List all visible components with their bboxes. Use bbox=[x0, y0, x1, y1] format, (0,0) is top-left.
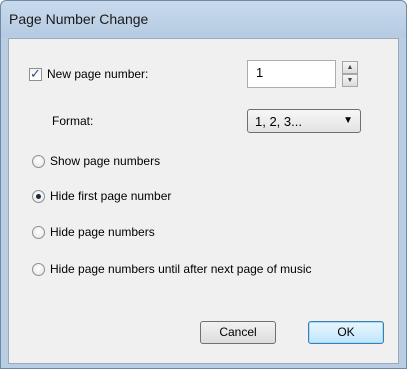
option-hide-first-page-number[interactable]: Hide first page number bbox=[32, 189, 171, 203]
new-page-number-label: New page number: bbox=[47, 67, 149, 81]
checkmark-icon: ✓ bbox=[30, 65, 41, 81]
new-page-number-checkbox-row[interactable]: ✓ New page number: bbox=[29, 65, 149, 81]
spin-up-arrow-icon[interactable]: ▲ bbox=[342, 61, 358, 74]
dialog-title: Page Number Change bbox=[9, 11, 149, 27]
option-hide-until-next-page-of-music[interactable]: Hide page numbers until after next page … bbox=[32, 262, 311, 276]
ok-button[interactable]: OK bbox=[308, 321, 384, 344]
cancel-button[interactable]: Cancel bbox=[200, 321, 276, 344]
radio-selected-dot bbox=[36, 193, 41, 199]
title-bar[interactable]: Page Number Change bbox=[1, 1, 406, 37]
option-label: Hide page numbers until after next page … bbox=[50, 262, 312, 276]
dropdown-arrow-icon: ▼ bbox=[343, 115, 353, 126]
new-page-number-input[interactable]: 1 bbox=[247, 60, 336, 88]
dialog-body: ✓ New page number: 1 ▲ ▼ Format: 1, 2, 3… bbox=[8, 38, 399, 364]
page-number-spinner[interactable]: ▲ ▼ bbox=[342, 61, 358, 87]
format-selected-value: 1, 2, 3... bbox=[255, 114, 302, 129]
option-label: Hide page numbers bbox=[50, 225, 155, 239]
radio-hide-until-next-page-of-music[interactable] bbox=[32, 262, 45, 276]
radio-show-page-numbers[interactable] bbox=[32, 154, 45, 168]
page-number-change-dialog: Page Number Change ✓ New page number: 1 … bbox=[0, 0, 407, 369]
option-show-page-numbers[interactable]: Show page numbers bbox=[32, 154, 160, 168]
format-dropdown[interactable]: 1, 2, 3... ▼ bbox=[247, 109, 361, 133]
option-label: Show page numbers bbox=[50, 154, 161, 168]
new-page-number-checkbox[interactable]: ✓ bbox=[29, 65, 42, 81]
format-row: Format: bbox=[52, 114, 93, 128]
format-label: Format: bbox=[52, 114, 94, 128]
option-label: Hide first page number bbox=[50, 189, 172, 203]
spin-down-arrow-icon[interactable]: ▼ bbox=[342, 74, 358, 87]
option-hide-page-numbers[interactable]: Hide page numbers bbox=[32, 225, 155, 239]
radio-hide-page-numbers[interactable] bbox=[32, 225, 45, 239]
radio-hide-first-page-number[interactable] bbox=[32, 189, 45, 203]
